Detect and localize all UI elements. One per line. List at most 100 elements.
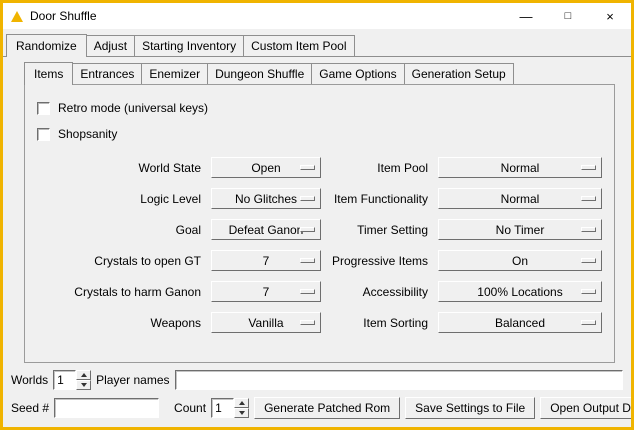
worlds-spin-down-button[interactable] (76, 380, 91, 390)
dropdown-timer-setting[interactable]: No Timer (438, 219, 602, 240)
timer-setting-label: Timer Setting (331, 223, 428, 237)
tab-starting-inventory[interactable]: Starting Inventory (134, 35, 244, 56)
tab-custom-item-pool[interactable]: Custom Item Pool (243, 35, 354, 56)
dropdown-value: Normal (501, 192, 540, 206)
tab-generation-setup[interactable]: Generation Setup (404, 63, 514, 84)
dropdown-progressive-items[interactable]: On (438, 250, 602, 271)
outer-tab-bar: Randomize Adjust Starting Inventory Cust… (3, 32, 631, 56)
count-input[interactable] (211, 398, 234, 418)
count-spinner-buttons (234, 398, 249, 418)
maximize-button[interactable]: □ (547, 3, 589, 29)
dropdown-indicator-icon (581, 258, 596, 263)
title-bar[interactable]: Door Shuffle — □ × (3, 3, 631, 29)
generate-patched-rom-button[interactable]: Generate Patched Rom (254, 397, 400, 419)
shopsanity-row: Shopsanity (37, 123, 604, 145)
dropdown-value: Normal (501, 161, 540, 175)
dropdown-value: Balanced (495, 316, 545, 330)
tab-adjust[interactable]: Adjust (86, 35, 135, 56)
window-title: Door Shuffle (30, 9, 97, 23)
dropdown-indicator-icon (581, 196, 596, 201)
dropdown-item-functionality[interactable]: Normal (438, 188, 602, 209)
worlds-input[interactable] (53, 370, 76, 390)
dropdown-value: No Timer (496, 223, 545, 237)
dropdown-value: 7 (263, 254, 270, 268)
dropdown-indicator-icon (581, 165, 596, 170)
dropdown-indicator-icon (300, 165, 315, 170)
dropdown-indicator-icon (300, 227, 315, 232)
item-pool-label: Item Pool (331, 161, 428, 175)
worlds-spinner-buttons (76, 370, 91, 390)
window-controls: — □ × (505, 3, 631, 29)
save-settings-button[interactable]: Save Settings to File (405, 397, 535, 419)
goal-label: Goal (35, 223, 201, 237)
worlds-row: Worlds Player names (11, 370, 623, 390)
tab-enemizer[interactable]: Enemizer (141, 63, 208, 84)
dropdown-indicator-icon (300, 320, 315, 325)
logic-level-label: Logic Level (35, 192, 201, 206)
close-button[interactable]: × (589, 3, 631, 29)
randomize-tab-page: Items Entrances Enemizer Dungeon Shuffle… (3, 56, 631, 427)
dropdown-value: On (512, 254, 528, 268)
dropdown-indicator-icon (581, 289, 596, 294)
open-output-directory-button[interactable]: Open Output Directory (540, 397, 634, 419)
app-icon (11, 11, 23, 22)
arrow-up-icon (81, 373, 87, 377)
dropdown-value: Defeat Ganon (229, 223, 304, 237)
worlds-spinner (53, 370, 91, 390)
dropdown-value: 100% Locations (477, 285, 562, 299)
door-shuffle-window: Door Shuffle — □ × Randomize Adjust Star… (0, 0, 634, 430)
dropdown-value: Open (251, 161, 280, 175)
worlds-spin-up-button[interactable] (76, 370, 91, 380)
dropdown-accessibility[interactable]: 100% Locations (438, 281, 602, 302)
items-tab-page: Retro mode (universal keys) Shopsanity W… (24, 84, 615, 363)
bottom-panel: Worlds Player names Seed # Count (3, 368, 631, 427)
progressive-items-label: Progressive Items (331, 254, 428, 268)
retro-mode-row: Retro mode (universal keys) (37, 97, 604, 119)
tab-randomize[interactable]: Randomize (6, 34, 87, 57)
world-state-label: World State (35, 161, 201, 175)
dropdown-crystals-open-gt[interactable]: 7 (211, 250, 321, 271)
item-functionality-label: Item Functionality (331, 192, 428, 206)
dropdown-goal[interactable]: Defeat Ganon (211, 219, 321, 240)
dropdown-value: 7 (263, 285, 270, 299)
options-grid: World State Open Item Pool Normal Logic … (35, 157, 604, 333)
accessibility-label: Accessibility (331, 285, 428, 299)
tab-entrances[interactable]: Entrances (72, 63, 142, 84)
dropdown-indicator-icon (300, 258, 315, 263)
weapons-label: Weapons (35, 316, 201, 330)
checkbox-retro-mode-label: Retro mode (universal keys) (58, 101, 208, 115)
dropdown-indicator-icon (300, 196, 315, 201)
dropdown-item-pool[interactable]: Normal (438, 157, 602, 178)
dropdown-indicator-icon (581, 227, 596, 232)
tab-items[interactable]: Items (24, 62, 73, 85)
item-sorting-label: Item Sorting (331, 316, 428, 330)
count-spinner (211, 398, 249, 418)
checkbox-shopsanity[interactable] (37, 128, 50, 141)
dropdown-item-sorting[interactable]: Balanced (438, 312, 602, 333)
count-spin-down-button[interactable] (234, 408, 249, 418)
minimize-button[interactable]: — (505, 3, 547, 29)
dropdown-indicator-icon (300, 289, 315, 294)
crystals-open-gt-label: Crystals to open GT (35, 254, 201, 268)
count-spin-up-button[interactable] (234, 398, 249, 408)
arrow-down-icon (81, 383, 87, 387)
dropdown-weapons[interactable]: Vanilla (211, 312, 321, 333)
checkbox-retro-mode[interactable] (37, 102, 50, 115)
dropdown-value: No Glitches (235, 192, 297, 206)
seed-label: Seed # (11, 401, 49, 415)
seed-row: Seed # Count Generate Patched Rom Save S… (11, 397, 623, 419)
window-content: Randomize Adjust Starting Inventory Cust… (3, 29, 631, 427)
tab-dungeon-shuffle[interactable]: Dungeon Shuffle (207, 63, 312, 84)
crystals-harm-ganon-label: Crystals to harm Ganon (35, 285, 201, 299)
tab-game-options[interactable]: Game Options (311, 63, 404, 84)
checkbox-shopsanity-label: Shopsanity (58, 127, 117, 141)
seed-input[interactable] (54, 398, 159, 418)
worlds-label: Worlds (11, 373, 48, 387)
dropdown-crystals-harm-ganon[interactable]: 7 (211, 281, 321, 302)
dropdown-indicator-icon (581, 320, 596, 325)
player-names-input[interactable] (175, 370, 624, 390)
player-names-label: Player names (96, 373, 169, 387)
dropdown-logic-level[interactable]: No Glitches (211, 188, 321, 209)
arrow-up-icon (239, 401, 245, 405)
dropdown-world-state[interactable]: Open (211, 157, 321, 178)
